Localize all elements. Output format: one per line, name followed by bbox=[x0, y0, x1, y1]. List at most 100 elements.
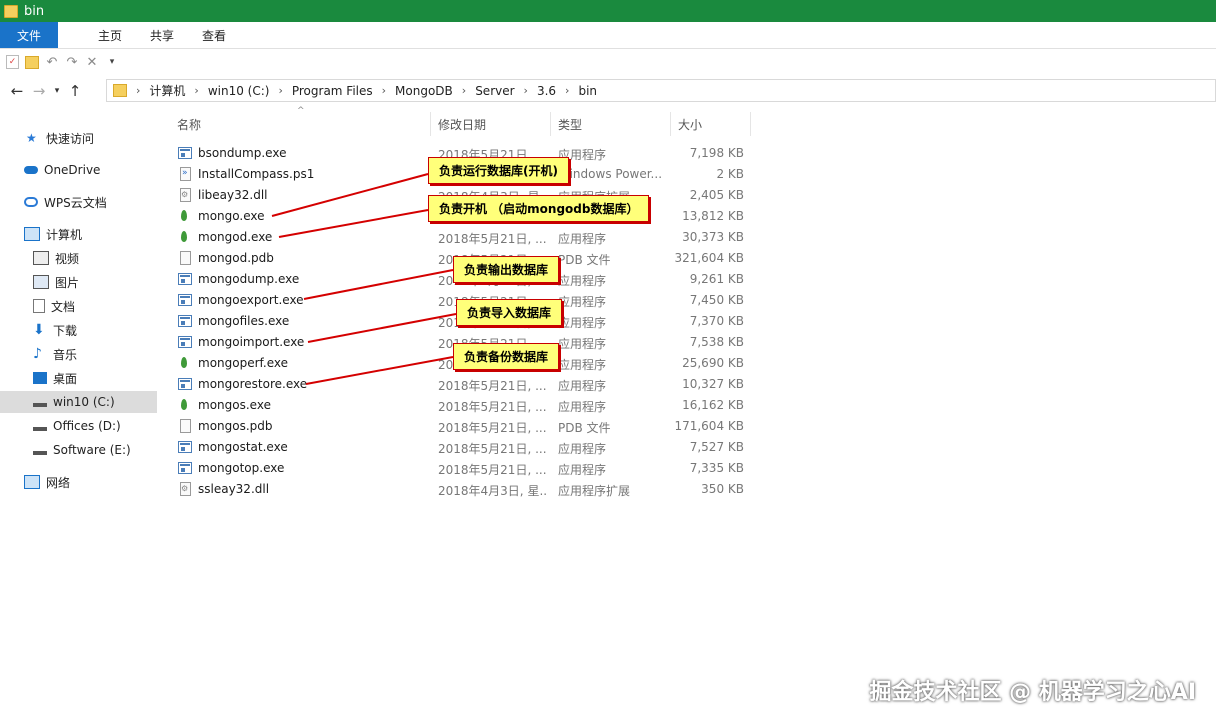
breadcrumb-computer[interactable]: 计算机 bbox=[149, 82, 185, 99]
up-arrow-icon[interactable]: ↑ bbox=[64, 82, 86, 100]
tab-share[interactable]: 共享 bbox=[136, 22, 188, 48]
file-type: 应用程序 bbox=[558, 463, 607, 477]
pdb-file-icon bbox=[180, 419, 191, 433]
folder-icon bbox=[113, 84, 127, 97]
sidebar-item-quick-access[interactable]: ★ 快速访问 bbox=[26, 127, 94, 149]
mongo-file-icon bbox=[181, 210, 187, 221]
breadcrumb-drive[interactable]: win10 (C:) bbox=[208, 84, 270, 98]
file-size: 321,604 KB bbox=[674, 251, 744, 265]
file-size: 16,162 KB bbox=[682, 398, 744, 412]
sort-ascending-icon: ^ bbox=[297, 106, 305, 116]
sidebar-item-video[interactable]: 视频 bbox=[33, 247, 79, 269]
file-date: 2018年5月21日, ... bbox=[438, 463, 546, 477]
recent-chevron-icon[interactable]: ▾ bbox=[50, 86, 64, 96]
file-type: 应用程序 bbox=[558, 400, 607, 414]
file-row[interactable]: mongos.exe 2018年5月21日, ... 应用程序 16,162 KB bbox=[170, 395, 755, 416]
file-name: ssleay32.dll bbox=[198, 482, 270, 496]
file-type: 应用程序 bbox=[558, 337, 607, 351]
music-icon: ♪ bbox=[33, 346, 42, 362]
file-size: 7,198 KB bbox=[689, 146, 744, 160]
file-row[interactable]: ssleay32.dll 2018年4月3日, 星... 应用程序扩展 350 KB bbox=[170, 479, 755, 500]
delete-icon[interactable]: ✕ bbox=[85, 55, 99, 70]
file-size: 7,527 KB bbox=[689, 440, 744, 454]
exe-file-icon bbox=[178, 315, 192, 327]
column-header-type[interactable]: 类型 bbox=[558, 112, 582, 136]
sidebar-item-desktop[interactable]: 桌面 bbox=[33, 367, 77, 389]
file-name: mongostat.exe bbox=[198, 440, 288, 454]
file-date: 2018年5月21日, ... bbox=[438, 442, 546, 456]
file-size: 2 KB bbox=[716, 167, 744, 181]
sidebar-item-network[interactable]: 网络 bbox=[24, 471, 70, 493]
forward-arrow-icon[interactable]: → bbox=[28, 82, 50, 100]
sidebar-item-drive-d[interactable]: Offices (D:) bbox=[33, 415, 121, 437]
chevron-down-icon[interactable]: ▾ bbox=[105, 55, 119, 69]
mongo-file-icon bbox=[181, 357, 187, 368]
file-row[interactable]: mongostat.exe 2018年5月21日, ... 应用程序 7,527 KB bbox=[170, 437, 755, 458]
exe-file-icon bbox=[178, 294, 192, 306]
file-type: 应用程序 bbox=[558, 148, 607, 162]
sidebar-item-downloads[interactable]: ⬇ 下载 bbox=[33, 319, 77, 341]
file-name: libeay32.dll bbox=[198, 188, 268, 202]
cloud-icon bbox=[24, 166, 38, 174]
exe-file-icon bbox=[178, 147, 192, 159]
sidebar-item-documents[interactable]: 文档 bbox=[33, 295, 75, 317]
file-type: PDB 文件 bbox=[558, 253, 611, 267]
sidebar-item-pictures[interactable]: 图片 bbox=[33, 271, 79, 293]
sidebar-item-computer[interactable]: 计算机 bbox=[24, 223, 82, 245]
redo-icon[interactable]: ↷ bbox=[65, 55, 79, 70]
column-header-date[interactable]: 修改日期 bbox=[438, 112, 486, 136]
file-name: mongoimport.exe bbox=[198, 335, 305, 349]
tab-file[interactable]: 文件 bbox=[0, 22, 58, 48]
file-type: Windows Power... bbox=[558, 167, 663, 181]
file-name: mongos.pdb bbox=[198, 419, 273, 433]
column-header-name[interactable]: 名称 bbox=[177, 112, 201, 136]
file-row[interactable]: mongotop.exe 2018年5月21日, ... 应用程序 7,335 KB bbox=[170, 458, 755, 479]
mongo-file-icon bbox=[181, 231, 187, 242]
column-header-size[interactable]: 大小 bbox=[678, 112, 702, 136]
file-date: 2018年5月21日, ... bbox=[438, 421, 546, 435]
file-type: PDB 文件 bbox=[558, 421, 611, 435]
sidebar-item-drive-e[interactable]: Software (E:) bbox=[33, 439, 131, 461]
breadcrumb-bin[interactable]: bin bbox=[578, 84, 597, 98]
file-type: 应用程序 bbox=[558, 232, 607, 246]
file-name: mongofiles.exe bbox=[198, 314, 290, 328]
file-name: mongorestore.exe bbox=[198, 377, 308, 391]
desktop-icon bbox=[33, 372, 47, 384]
sidebar-item-wps[interactable]: WPS云文档 bbox=[24, 191, 107, 213]
callout-import-database: 负责导入数据库 bbox=[456, 299, 563, 326]
properties-icon[interactable]: ✓ bbox=[6, 55, 19, 69]
breadcrumb-mongodb[interactable]: MongoDB bbox=[395, 84, 453, 98]
file-name: mongos.exe bbox=[198, 398, 271, 412]
address-bar[interactable]: › 计算机 › win10 (C:) › Program Files › Mon… bbox=[106, 79, 1216, 102]
file-row[interactable]: mongos.pdb 2018年5月21日, ... PDB 文件 171,604 K… bbox=[170, 416, 755, 437]
file-name: mongodump.exe bbox=[198, 272, 300, 286]
file-type: 应用程序 bbox=[558, 358, 607, 372]
breadcrumb-program-files[interactable]: Program Files bbox=[292, 84, 373, 98]
undo-icon[interactable]: ↶ bbox=[45, 55, 59, 70]
file-name: mongod.pdb bbox=[198, 251, 274, 265]
mongo-file-icon bbox=[181, 399, 187, 410]
new-folder-icon[interactable] bbox=[25, 55, 39, 69]
tab-home[interactable]: 主页 bbox=[58, 22, 136, 48]
tab-view[interactable]: 查看 bbox=[188, 22, 240, 48]
sidebar-item-drive-c[interactable]: win10 (C:) bbox=[0, 391, 157, 413]
callout-export-database: 负责输出数据库 bbox=[453, 256, 560, 283]
back-arrow-icon[interactable]: ← bbox=[6, 82, 28, 100]
quick-access-toolbar: ✓ ↶ ↷ ✕ ▾ bbox=[0, 49, 1216, 75]
file-date: 2018年5月21日, ... bbox=[438, 379, 546, 393]
breadcrumb-server[interactable]: Server bbox=[475, 84, 514, 98]
file-row[interactable]: mongod.exe 2018年5月21日, ... 应用程序 30,373 KB bbox=[170, 227, 755, 248]
file-size: 13,812 KB bbox=[682, 209, 744, 223]
file-date: 2018年4月3日, 星... bbox=[438, 484, 546, 498]
file-name: bsondump.exe bbox=[198, 146, 287, 160]
sidebar-item-music[interactable]: ♪ 音乐 bbox=[33, 343, 77, 365]
file-type: 应用程序 bbox=[558, 316, 607, 330]
breadcrumb-version[interactable]: 3.6 bbox=[537, 84, 556, 98]
window-title: bin bbox=[24, 3, 45, 19]
file-size: 350 KB bbox=[701, 482, 744, 496]
file-row[interactable]: mongorestore.exe 2018年5月21日, ... 应用程序 10,32… bbox=[170, 374, 755, 395]
download-icon: ⬇ bbox=[33, 322, 45, 338]
file-type: 应用程序 bbox=[558, 274, 607, 288]
file-date: 2018年5月21日, ... bbox=[438, 400, 546, 414]
sidebar-item-onedrive[interactable]: OneDrive bbox=[24, 159, 100, 181]
